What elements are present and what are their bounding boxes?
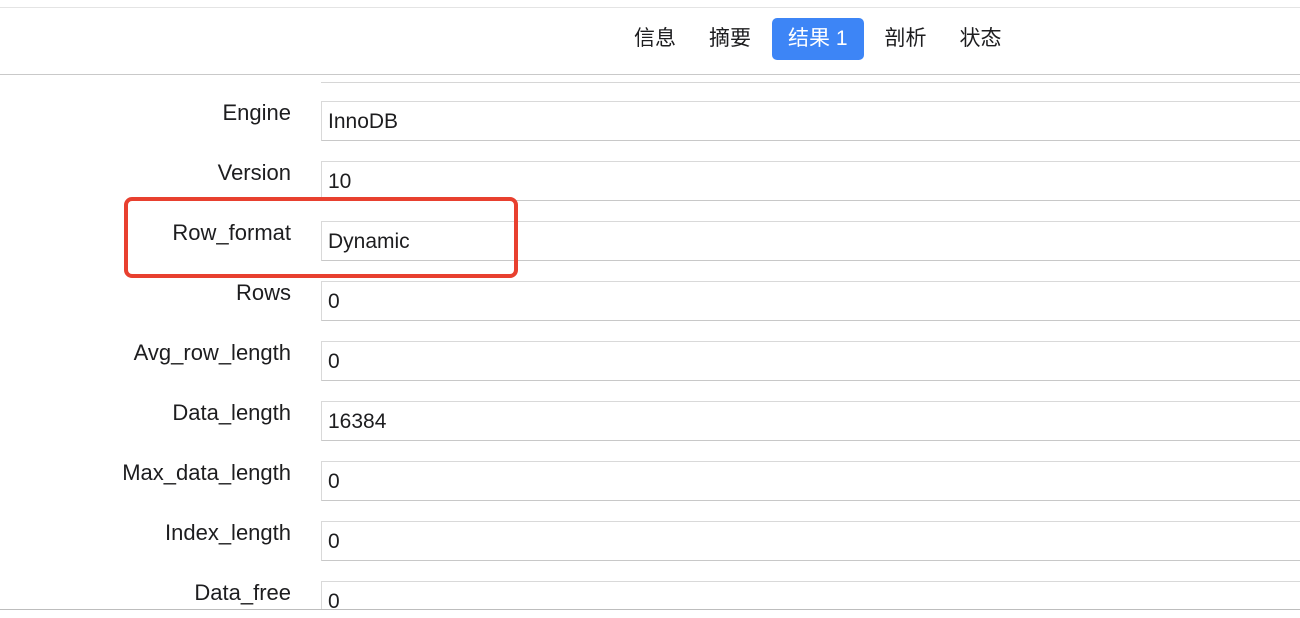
field-row-data-free: Data_free 0 [0,555,1300,610]
field-label: Data_free [194,580,291,605]
tab-profile[interactable]: 剖析 [873,18,939,60]
result-tabbar: 信息 摘要 结果 1 剖析 状态 [0,8,1300,75]
field-row-max-data-length: Max_data_length 0 [0,435,1300,501]
field-row-version: Version 10 [0,135,1300,201]
field-label: Engine [222,100,291,125]
field-row-data-length: Data_length 16384 [0,375,1300,441]
bottom-divider [0,609,1300,618]
tab-result-1[interactable]: 结果 1 [772,18,864,60]
tab-summary[interactable]: 摘要 [697,18,763,60]
field-row-rows: Rows 0 [0,255,1300,321]
field-label: Avg_row_length [133,340,291,365]
tab-group: 信息 摘要 结果 1 剖析 状态 [622,18,1023,60]
tab-info[interactable]: 信息 [622,18,688,60]
field-label: Max_data_length [122,460,291,485]
form-view[interactable]: Engine InnoDB Version 10 Row_format Dyna… [0,75,1300,610]
data-free-field[interactable]: 0 [321,581,1300,610]
top-divider [0,0,1300,8]
field-label: Data_length [172,400,291,425]
tab-status[interactable]: 状态 [948,18,1014,60]
field-row-row-format: Row_format Dynamic [0,195,1300,261]
field-label: Rows [235,280,291,305]
field-row-index-length: Index_length 0 [0,495,1300,561]
field-row-avg-row-length: Avg_row_length 0 [0,315,1300,381]
field-label: Index_length [165,520,291,545]
field-label: Row_format [172,220,291,245]
app-window: 信息 摘要 结果 1 剖析 状态 Engine InnoDB Version 1… [0,0,1300,618]
field-label: Version [217,160,291,185]
field-row-engine: Engine InnoDB [0,75,1300,141]
